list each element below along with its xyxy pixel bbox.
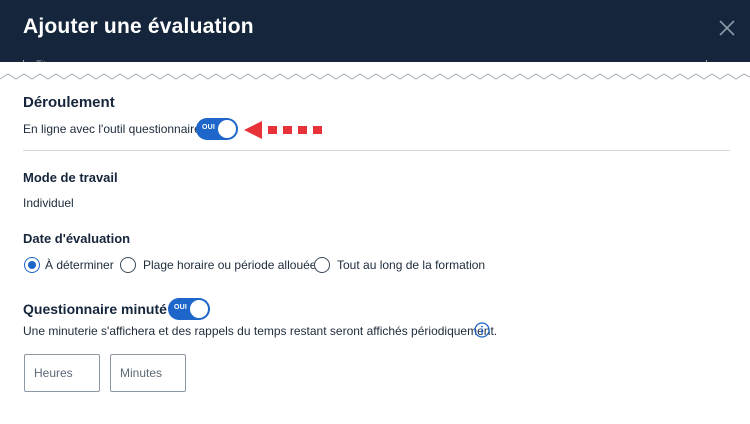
hours-input[interactable] <box>24 354 100 392</box>
radio-to-be-determined-label: À déterminer <box>45 258 114 272</box>
online-questionnaire-toggle[interactable]: OUI <box>196 118 238 140</box>
online-questionnaire-label: En ligne avec l'outil questionnaire <box>23 122 201 136</box>
radio-throughout-training-label: Tout au long de la formation <box>337 258 486 272</box>
timer-description: Une minuterie s'affichera et des rappels… <box>23 324 498 338</box>
evaluation-date-heading: Date d'évaluation <box>23 231 131 246</box>
work-mode-value: Individuel <box>23 196 74 210</box>
minutes-input[interactable] <box>110 354 186 392</box>
radio-to-be-determined[interactable] <box>24 257 40 273</box>
radio-time-slot[interactable] <box>120 257 136 273</box>
toggle-knob <box>190 300 208 318</box>
screenshot-tear-edge <box>0 62 750 94</box>
radio-throughout-training[interactable] <box>314 257 330 273</box>
section-divider <box>23 150 730 151</box>
radio-time-slot-label: Plage horaire ou période allouée <box>143 258 317 272</box>
timed-questionnaire-toggle[interactable]: OUI <box>168 298 210 320</box>
toggle-knob <box>218 120 236 138</box>
close-icon[interactable] <box>716 17 738 39</box>
toggle-state-label: OUI <box>202 124 216 131</box>
annotation-arrow-icon <box>244 121 322 139</box>
modal-header: Ajouter une évaluation <box>0 0 750 62</box>
info-icon[interactable] <box>474 322 490 338</box>
modal-title: Ajouter une évaluation <box>23 15 254 38</box>
timed-questionnaire-heading: Questionnaire minuté <box>23 301 167 317</box>
work-mode-heading: Mode de travail <box>23 170 118 185</box>
toggle-state-label: OUI <box>174 304 188 311</box>
deroulement-heading: Déroulement <box>23 94 115 111</box>
